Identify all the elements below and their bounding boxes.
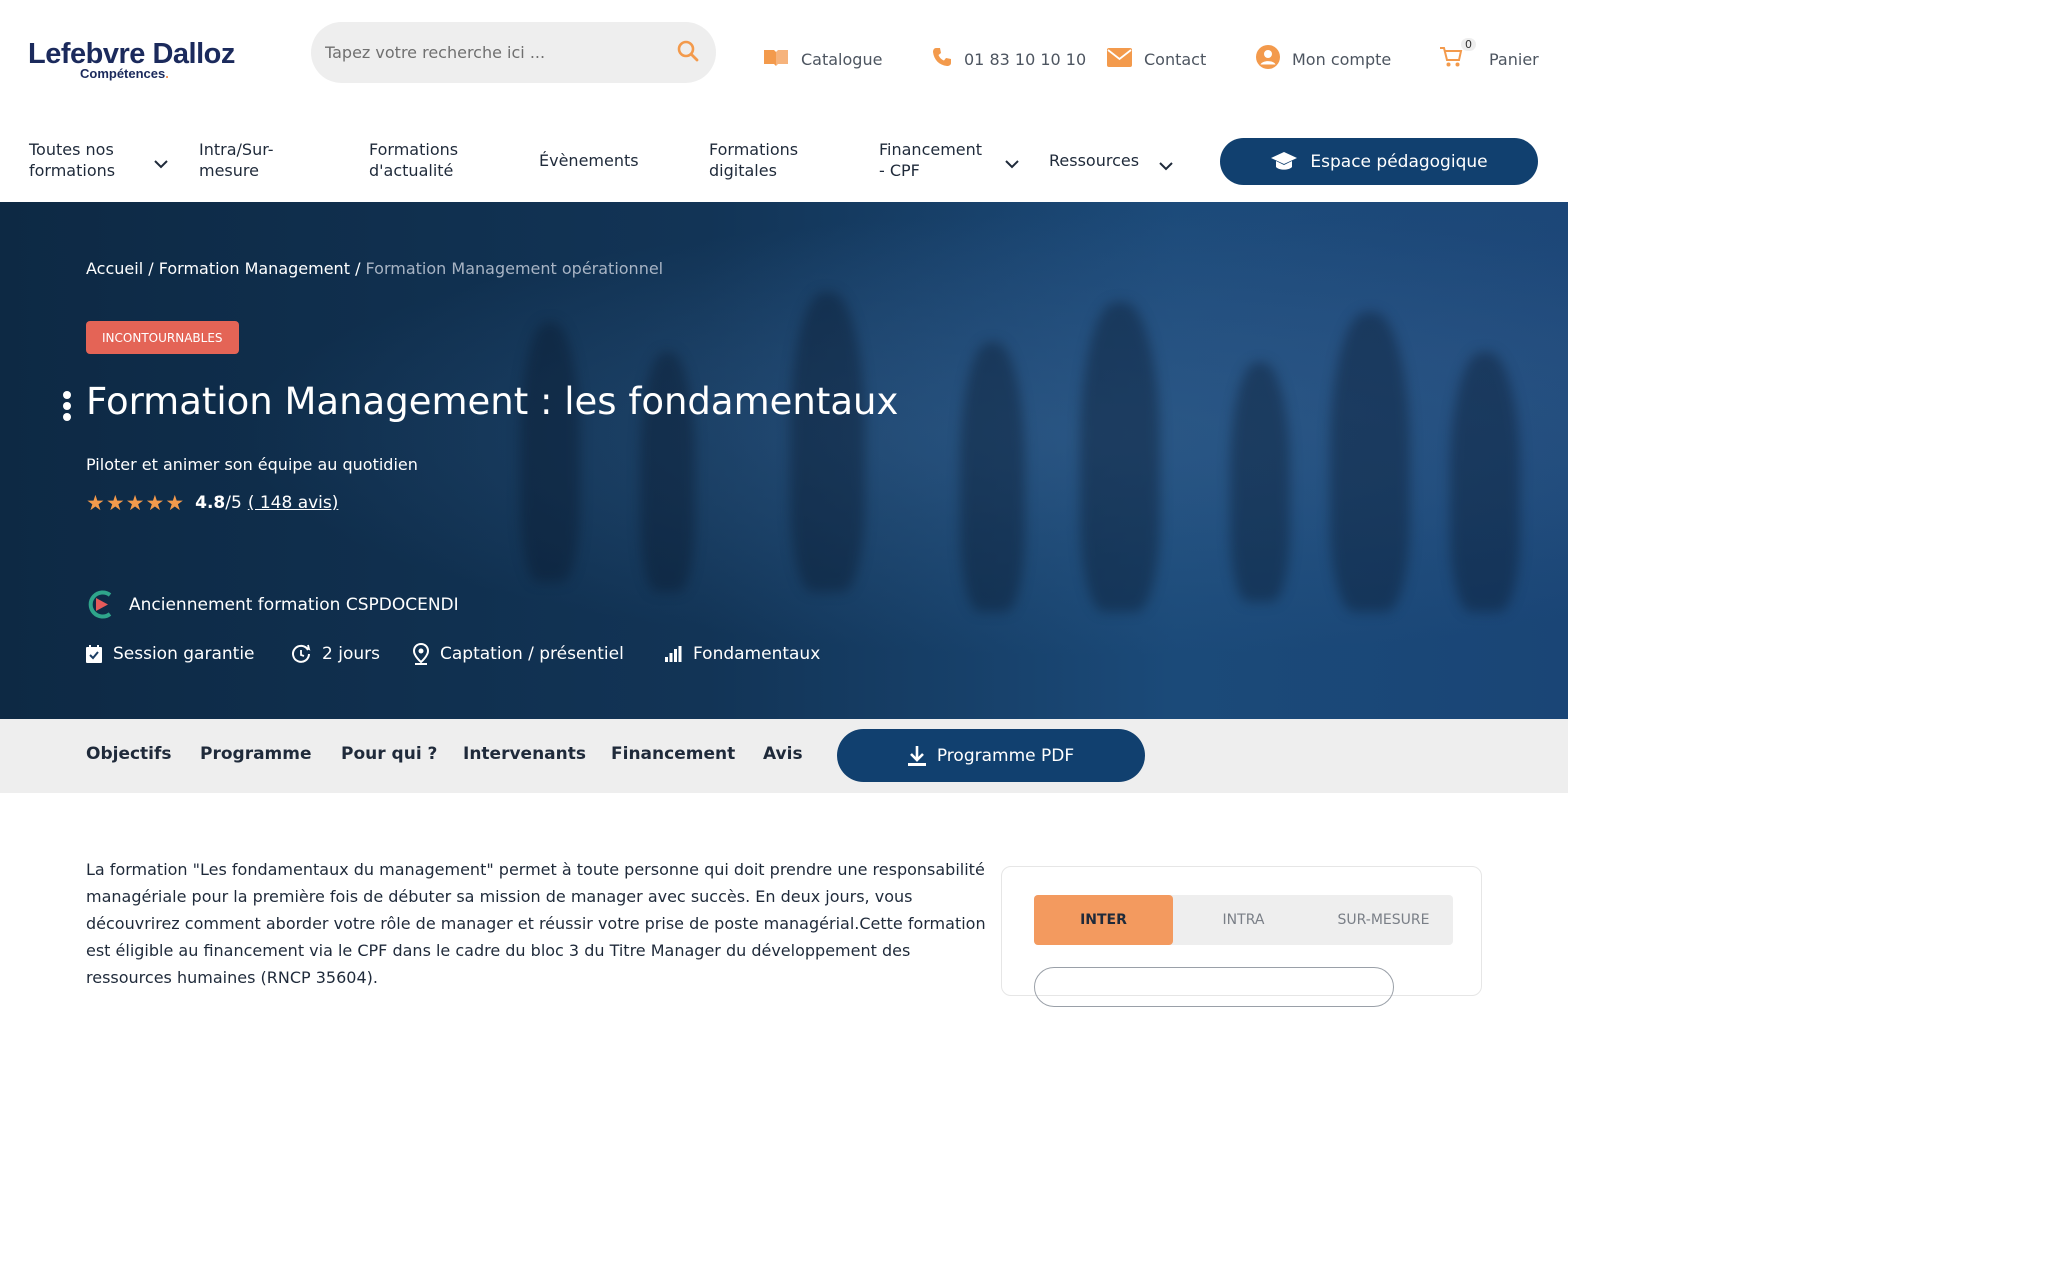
user-icon	[1256, 45, 1280, 73]
tab-objectifs[interactable]: Objectifs	[86, 744, 172, 764]
background-figure	[1330, 312, 1410, 612]
catalogue-link[interactable]: Catalogue	[763, 44, 882, 74]
cart-label: Panier	[1489, 49, 1539, 69]
incontournables-badge: INCONTOURNABLES	[86, 321, 239, 354]
account-label: Mon compte	[1292, 49, 1392, 69]
level-bars-icon	[665, 646, 682, 662]
chevron-down-icon	[153, 153, 169, 174]
logo[interactable]: Lefebvre Dalloz Compétences.	[28, 38, 235, 81]
meta-duration: 2 jours	[291, 640, 380, 668]
main-nav: Toutes nos formations Intra/Sur- mesure …	[0, 120, 1568, 202]
nav-item-intra-sur-mesure[interactable]: Intra/Sur- mesure	[199, 139, 274, 181]
download-icon	[907, 745, 926, 766]
nav-item-formations-actualite[interactable]: Formations d'actualité	[369, 139, 458, 181]
breadcrumb-parent[interactable]: Formation Management	[159, 259, 350, 278]
page-title: Formation Management : les fondamentaux	[86, 380, 899, 423]
background-figure	[1080, 302, 1160, 612]
meta-level: Fondamentaux	[665, 640, 820, 668]
chevron-down-icon	[1004, 153, 1020, 174]
phone-number: 01 83 10 10 10	[964, 49, 1087, 69]
catalogue-label: Catalogue	[801, 49, 883, 69]
breadcrumb: Accueil / Formation Management / Formati…	[86, 259, 664, 278]
chevron-down-icon	[1158, 155, 1174, 176]
certification-text: Anciennement formation CSPDOCENDI	[129, 594, 459, 615]
cart-link[interactable]: 0 Panier	[1440, 38, 1539, 74]
account-link[interactable]: Mon compte	[1256, 44, 1391, 74]
course-description: La formation "Les fondamentaux du manage…	[86, 860, 986, 987]
nav-item-formations-digitales[interactable]: Formations digitales	[709, 139, 798, 181]
background-figure	[1230, 362, 1290, 602]
espace-pedagogique-button[interactable]: Espace pédagogique	[1220, 138, 1538, 185]
format-selector: INTER INTRA SUR-MESURE	[1034, 895, 1453, 945]
logo-subtitle: Compétences.	[80, 66, 169, 81]
tab-intervenants[interactable]: Intervenants	[463, 744, 586, 764]
mail-icon	[1107, 47, 1132, 71]
programme-pdf-button[interactable]: Programme PDF	[837, 729, 1145, 782]
contact-label: Contact	[1144, 49, 1207, 69]
phone-icon	[932, 47, 952, 71]
background-figure	[960, 342, 1025, 612]
tab-avis[interactable]: Avis	[763, 744, 803, 764]
rating-max: /5	[225, 493, 242, 513]
search-input[interactable]	[325, 36, 665, 68]
certification-note: Anciennement formation CSPDOCENDI	[86, 589, 459, 620]
breadcrumb-home[interactable]: Accueil	[86, 259, 143, 278]
nav-item-financement-cpf[interactable]: Financement - CPF	[879, 139, 1019, 181]
background-figure	[1450, 352, 1520, 612]
session-select[interactable]	[1034, 967, 1394, 1007]
nav-item-ressources[interactable]: Ressources	[1049, 150, 1173, 171]
cart-count-badge: 0	[1461, 38, 1476, 51]
cart-icon: 0	[1440, 38, 1476, 72]
nav-item-evenements[interactable]: Évènements	[539, 150, 639, 171]
rating: ★ ★ ★ ★ ★ 4.8/5 ( 148 avis)	[86, 490, 338, 516]
booking-card: INTER INTRA SUR-MESURE	[1001, 866, 1482, 1007]
location-pin-icon	[413, 643, 429, 665]
breadcrumb-current: Formation Management opérationnel	[365, 259, 664, 278]
phone-link[interactable]: 01 83 10 10 10	[932, 44, 1086, 74]
programme-pdf-label: Programme PDF	[936, 745, 1075, 766]
star-icon: ★	[165, 491, 185, 515]
background-figure	[790, 292, 865, 592]
search-icon[interactable]	[677, 40, 699, 66]
more-vertical-icon[interactable]	[62, 390, 72, 426]
meta-mode: Captation / présentiel	[413, 640, 624, 668]
format-option-inter[interactable]: INTER	[1034, 895, 1173, 945]
search-bar	[311, 22, 716, 83]
graduation-cap-icon	[1270, 151, 1298, 173]
certification-logo-icon	[86, 589, 115, 620]
clock-icon	[291, 644, 311, 664]
calendar-check-icon	[86, 645, 102, 663]
star-icon: ★	[125, 491, 145, 515]
page-subtitle: Piloter et animer son équipe au quotidie…	[86, 455, 418, 474]
tab-financement[interactable]: Financement	[611, 744, 735, 764]
section-tabs: Objectifs Programme Pour qui ? Intervena…	[0, 719, 1568, 793]
star-icon: ★	[86, 491, 105, 515]
rating-score: 4.8	[195, 493, 226, 513]
contact-link[interactable]: Contact	[1107, 44, 1206, 74]
espace-pedagogique-label: Espace pédagogique	[1310, 151, 1488, 172]
tab-pour-qui[interactable]: Pour qui ?	[341, 744, 437, 764]
nav-item-toutes-formations[interactable]: Toutes nos formations	[29, 139, 168, 181]
top-header: Lefebvre Dalloz Compétences. Catalogue 0…	[0, 0, 1568, 120]
tab-programme[interactable]: Programme	[200, 744, 312, 764]
format-option-sur-mesure[interactable]: SUR-MESURE	[1314, 895, 1453, 945]
hero-banner: Accueil / Formation Management / Formati…	[0, 202, 1568, 719]
book-icon	[763, 47, 789, 71]
meta-session: Session garantie	[86, 640, 255, 668]
format-option-intra[interactable]: INTRA	[1173, 895, 1314, 945]
background-figure	[520, 322, 580, 582]
reviews-link[interactable]: ( 148 avis)	[248, 493, 339, 513]
star-icon: ★	[145, 491, 165, 515]
star-icon: ★	[105, 491, 125, 515]
